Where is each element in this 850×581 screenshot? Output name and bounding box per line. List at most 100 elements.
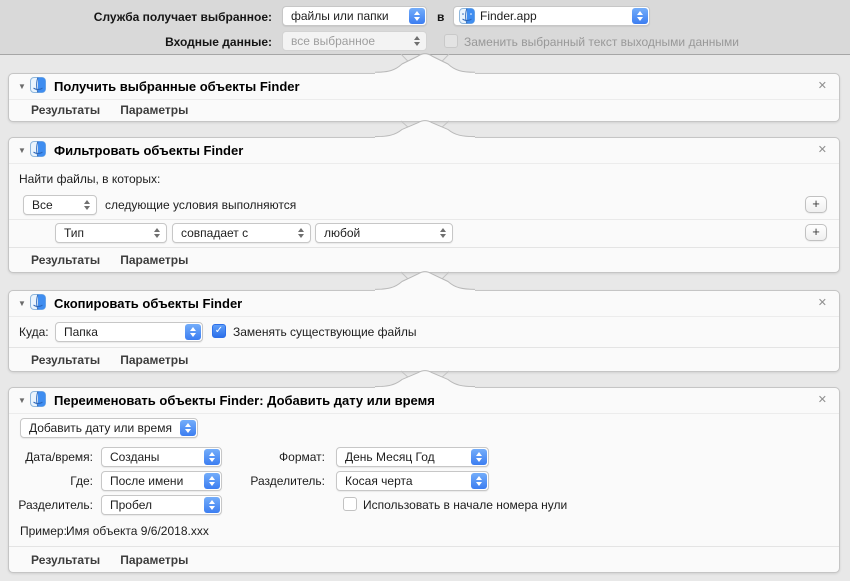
datetime-popup[interactable]: Созданы (101, 447, 222, 467)
connector-notch (375, 53, 475, 75)
find-files-label: Найти файлы, в которых: (19, 172, 160, 186)
stepper-icon (149, 225, 165, 241)
input-data-popup: все выбранное (282, 31, 427, 51)
stepper-icon (204, 449, 220, 465)
replace-existing-label: Заменять существующие файлы (233, 325, 417, 339)
example-label: Пример: (20, 524, 67, 538)
options-button[interactable]: Параметры (120, 103, 188, 117)
disclosure-triangle-icon[interactable]: ▼ (18, 146, 30, 155)
options-button[interactable]: Параметры (120, 553, 188, 567)
close-icon[interactable]: ✕ (815, 79, 830, 94)
separator2-label: Разделитель: (239, 474, 325, 488)
add-rule-button[interactable]: + (805, 196, 827, 213)
action-title: Переименовать объекты Finder: Добавить д… (54, 393, 435, 408)
disclosure-triangle-icon[interactable]: ▼ (18, 299, 30, 308)
rule-operator-popup[interactable]: совпадает с (172, 223, 311, 243)
separator1-popup[interactable]: Пробел (101, 495, 222, 515)
action-title-bar: ▼ Фильтровать объекты Finder ✕ (9, 138, 839, 164)
rule-value-popup[interactable]: любой (315, 223, 453, 243)
action-title: Фильтровать объекты Finder (54, 143, 243, 158)
stepper-icon (79, 197, 95, 213)
results-button[interactable]: Результаты (31, 553, 100, 567)
input-data-value: все выбранное (291, 34, 375, 48)
service-receives-label: Служба получает выбранное: (0, 10, 272, 24)
rule-value: любой (324, 226, 360, 240)
action-filter-finder-items: ▼ Фильтровать объекты Finder ✕ Найти фай… (8, 137, 840, 273)
action-footer: Результаты Параметры (9, 347, 839, 371)
disclosure-triangle-icon[interactable]: ▼ (18, 82, 30, 91)
stepper-icon (185, 324, 201, 340)
close-icon[interactable]: ✕ (815, 143, 830, 158)
stepper-icon (204, 497, 220, 513)
stepper-icon (204, 473, 220, 489)
application-popup[interactable]: Finder.app (453, 6, 650, 26)
finder-icon (30, 391, 46, 410)
leading-zeros-checkbox[interactable] (343, 497, 357, 511)
action-footer: Результаты Параметры (9, 98, 839, 121)
separator2-popup[interactable]: Косая черта (336, 471, 489, 491)
action-title-bar: ▼ Получить выбранные объекты Finder ✕ (9, 74, 839, 100)
rename-mode-popup[interactable]: Добавить дату или время (20, 418, 198, 438)
leading-zeros-label: Использовать в начале номера нули (363, 498, 567, 512)
format-popup[interactable]: День Месяц Год (336, 447, 489, 467)
action-title: Скопировать объекты Finder (54, 296, 242, 311)
connector-notch (375, 271, 475, 292)
replace-text-label: Заменить выбранный текст выходными данны… (464, 35, 739, 49)
divider (9, 219, 839, 220)
copy-destination-popup[interactable]: Папка (55, 322, 203, 342)
replace-existing-checkbox[interactable]: ✓ (212, 324, 226, 338)
close-icon[interactable]: ✕ (815, 296, 830, 311)
example-value: Имя объекта 9/6/2018.xxx (66, 524, 209, 538)
separator1-label: Разделитель: (9, 498, 93, 512)
action-rename-finder-items: ▼ Переименовать объекты Finder: Добавить… (8, 387, 840, 573)
options-button[interactable]: Параметры (120, 253, 188, 267)
copy-to-label: Куда: (19, 325, 49, 339)
position-value: После имени (110, 474, 183, 488)
results-button[interactable]: Результаты (31, 253, 100, 267)
check-icon: ✓ (215, 326, 223, 336)
action-copy-finder-items: ▼ Скопировать объекты Finder ✕ Куда: Пап… (8, 290, 840, 372)
datetime-value: Созданы (110, 450, 159, 464)
match-mode-popup[interactable]: Все (23, 195, 97, 215)
results-button[interactable]: Результаты (31, 353, 100, 367)
stepper-icon (293, 225, 309, 241)
stepper-icon (409, 8, 425, 24)
close-icon[interactable]: ✕ (815, 393, 830, 408)
copy-destination-value: Папка (64, 325, 98, 339)
position-popup[interactable]: После имени (101, 471, 222, 491)
finder-icon (459, 8, 475, 24)
action-footer: Результаты Параметры (9, 546, 839, 572)
action-title-bar: ▼ Скопировать объекты Finder ✕ (9, 291, 839, 317)
rule-attribute-popup[interactable]: Тип (55, 223, 167, 243)
disclosure-triangle-icon[interactable]: ▼ (18, 396, 30, 405)
action-get-selected-finder-items: ▼ Получить выбранные объекты Finder ✕ Ре… (8, 73, 840, 122)
rename-mode-value: Добавить дату или время (29, 421, 172, 435)
in-label: в (437, 10, 444, 24)
application-value: Finder.app (480, 9, 537, 23)
input-data-label: Входные данные: (0, 35, 272, 49)
results-button[interactable]: Результаты (31, 103, 100, 117)
finder-icon (30, 77, 46, 96)
stepper-icon (471, 473, 487, 489)
stepper-icon (180, 420, 196, 436)
stepper-icon (632, 8, 648, 24)
add-rule-button[interactable]: + (805, 224, 827, 241)
format-value: День Месяц Год (345, 450, 435, 464)
finder-icon (30, 141, 46, 160)
position-label: Где: (9, 474, 93, 488)
format-label: Формат: (239, 450, 325, 464)
action-footer: Результаты Параметры (9, 247, 839, 272)
service-input-header: Служба получает выбранное: файлы или пап… (0, 0, 850, 55)
stepper-icon (471, 449, 487, 465)
action-title-bar: ▼ Переименовать объекты Finder: Добавить… (9, 388, 839, 414)
datetime-label: Дата/время: (9, 450, 93, 464)
stepper-icon (409, 33, 425, 49)
rule-attribute-value: Тип (64, 226, 84, 240)
match-mode-value: Все (32, 198, 53, 212)
replace-text-checkbox (444, 34, 458, 48)
service-input-type-popup[interactable]: файлы или папки (282, 6, 427, 26)
stepper-icon (435, 225, 451, 241)
service-input-type-value: файлы или папки (291, 9, 389, 23)
options-button[interactable]: Параметры (120, 353, 188, 367)
rule-operator-value: совпадает с (181, 226, 248, 240)
